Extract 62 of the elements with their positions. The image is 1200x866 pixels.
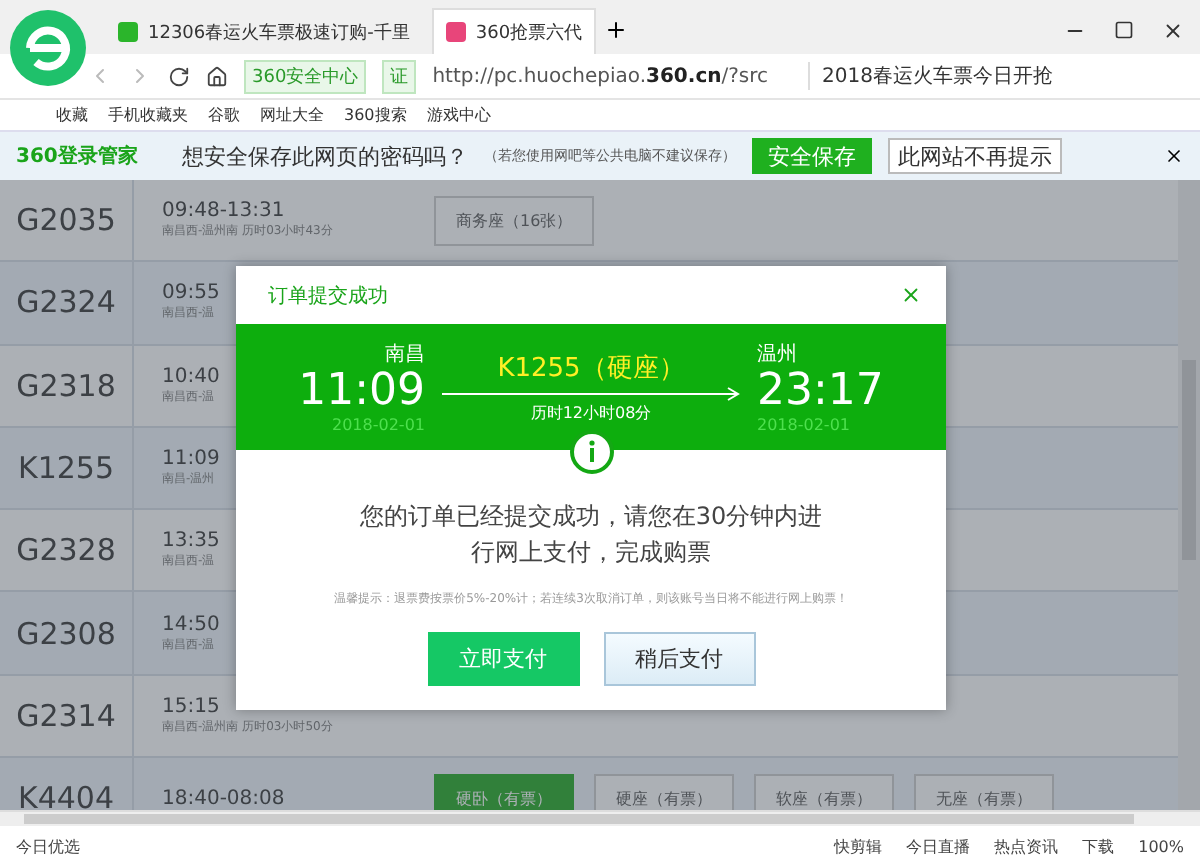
departure-time: 18:40-08:08 xyxy=(162,787,285,810)
arrow-icon xyxy=(441,386,741,402)
search-field[interactable]: 2018春运火车票今日开抢 xyxy=(808,62,1065,90)
security-badge: 360安全中心 xyxy=(244,59,367,93)
seat-option[interactable]: 软座（有票） xyxy=(754,773,894,810)
departure-time: 13:35 xyxy=(162,530,220,553)
arrival-date: 2018-02-01 xyxy=(757,415,850,434)
train-number: G2318 xyxy=(0,345,134,426)
url-field[interactable]: http://pc.huochepiao.360.cn/?src xyxy=(432,65,769,87)
close-button[interactable] xyxy=(900,284,922,306)
new-tab-icon[interactable] xyxy=(604,18,629,42)
seat-option[interactable]: 硬座（有票） xyxy=(594,773,734,810)
train-number: G2314 xyxy=(0,675,134,757)
vertical-scrollbar[interactable] xyxy=(1178,180,1200,810)
destination-city: 温州 xyxy=(757,341,797,369)
departure-time: 09:48-13:31 xyxy=(162,200,285,223)
status-item[interactable]: 今日直播 xyxy=(906,835,971,857)
status-item[interactable]: 今日优选 xyxy=(16,835,80,857)
reload-icon[interactable] xyxy=(168,65,190,87)
origin-city: 南昌 xyxy=(385,341,425,369)
departure-time: 11:09 xyxy=(298,368,425,416)
departure-time: 09:55 xyxy=(162,282,220,305)
never-prompt-button[interactable]: 此网站不再提示 xyxy=(887,138,1062,174)
train-number: K1255 xyxy=(0,427,134,509)
certificate-badge: 证 xyxy=(382,59,417,93)
departure-date: 2018-02-01 xyxy=(332,415,425,434)
status-item[interactable]: 下载 xyxy=(1082,835,1115,857)
close-icon[interactable] xyxy=(1164,146,1184,166)
train-label: K1255（硬座） xyxy=(497,352,685,386)
train-number: G2308 xyxy=(0,592,134,674)
arrival-time: 23:17 xyxy=(757,368,884,416)
train-number: G2324 xyxy=(0,262,134,344)
seat-option[interactable]: 商务座（16张） xyxy=(434,195,595,246)
browser-tab[interactable]: 360抢票六代 xyxy=(431,8,597,54)
close-icon[interactable] xyxy=(1162,20,1184,42)
status-item[interactable]: 快剪辑 xyxy=(834,835,883,857)
browser-tab[interactable]: 12306春运火车票极速订购-千里 xyxy=(104,8,424,54)
bookmark-item[interactable]: 谷歌 xyxy=(208,104,240,126)
status-item[interactable]: 热点资讯 xyxy=(994,835,1059,857)
bookmark-item[interactable]: 游戏中心 xyxy=(426,104,491,126)
trip-duration: 历时12小时08分 xyxy=(530,402,652,424)
departure-time: 10:40 xyxy=(162,365,220,388)
bookmark-item[interactable]: 手机收藏夹 xyxy=(108,104,188,126)
departure-time: 15:15 xyxy=(162,695,220,718)
success-message: 您的订单已经提交成功，请您在30分钟内进行网上支付，完成购票 xyxy=(357,500,825,570)
maximize-icon[interactable] xyxy=(1114,20,1134,40)
home-icon[interactable] xyxy=(206,65,228,87)
browser-logo-icon xyxy=(8,8,88,88)
departure-time: 11:09 xyxy=(162,448,220,471)
bookmark-item[interactable]: 360搜索 xyxy=(344,104,407,126)
bookmark-item[interactable]: 网址大全 xyxy=(260,104,324,126)
departure-time: 14:50 xyxy=(162,613,220,636)
seat-option[interactable]: 无座（有票） xyxy=(914,773,1054,810)
horizontal-scrollbar[interactable] xyxy=(0,810,1200,826)
zoom-level[interactable]: 100% xyxy=(1138,837,1184,855)
brand-logo: 360登录管家 xyxy=(16,142,138,170)
train-number: G2328 xyxy=(0,510,134,591)
train-number: G2035 xyxy=(0,180,134,261)
pay-later-button[interactable]: 稍后支付 xyxy=(603,632,755,686)
dialog-title: 订单提交成功 xyxy=(268,283,388,309)
password-prompt: 想安全保存此网页的密码吗？ xyxy=(181,141,468,171)
bookmark-item[interactable]: 收藏 xyxy=(56,104,88,126)
